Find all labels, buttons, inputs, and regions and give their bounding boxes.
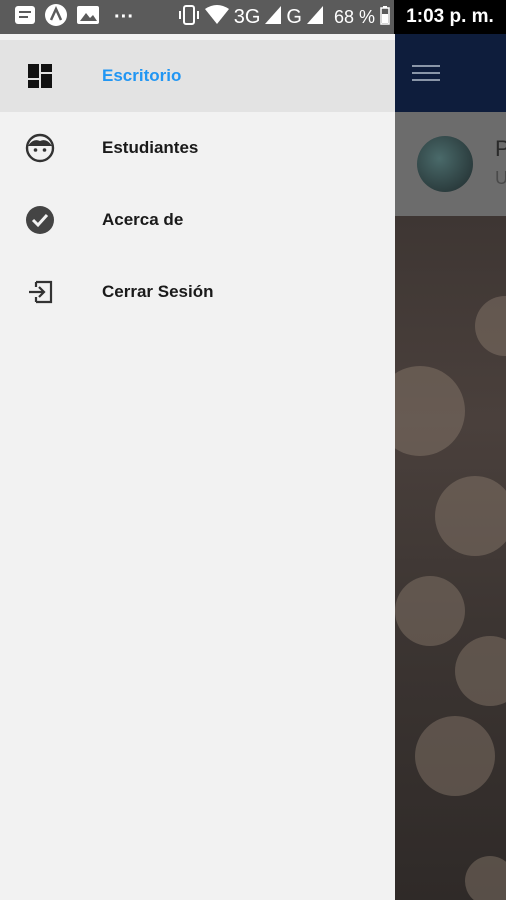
exit-icon bbox=[24, 276, 56, 308]
avatar[interactable] bbox=[417, 136, 473, 192]
image-notification-icon bbox=[76, 5, 100, 30]
drawer-item-label: Estudiantes bbox=[102, 138, 199, 157]
drawer-item-cerrar-sesion[interactable]: Cerrar Sesión bbox=[0, 256, 395, 328]
notification-message-icon bbox=[14, 5, 36, 30]
status-bar: ··· 3G G 68 % 1:03 p. m. bbox=[0, 0, 506, 34]
vibrate-icon bbox=[178, 4, 200, 31]
profile-header: P U bbox=[395, 112, 506, 216]
wifi-icon bbox=[204, 4, 229, 30]
battery-percent: 68 % bbox=[333, 6, 375, 27]
drawer-item-acerca-de[interactable]: Acerca de bbox=[0, 184, 395, 256]
signal-bars-icon bbox=[265, 5, 282, 29]
face-icon bbox=[24, 132, 56, 164]
navigation-drawer: Escritorio Estudiantes Acerca de Cerrar … bbox=[0, 34, 395, 900]
menu-icon[interactable] bbox=[412, 65, 440, 83]
dashboard-icon bbox=[24, 60, 56, 92]
signal-bars-icon bbox=[306, 5, 323, 29]
drawer-item-label: Acerca de bbox=[102, 210, 184, 229]
profile-subtitle: U bbox=[495, 168, 506, 188]
battery-icon bbox=[380, 5, 390, 30]
background-image bbox=[395, 216, 506, 900]
drawer-item-label: Escritorio bbox=[102, 66, 182, 85]
clock: 1:03 p. m. bbox=[394, 0, 506, 34]
drawer-item-label: Cerrar Sesión bbox=[102, 282, 214, 301]
signal-3g-label: 3G bbox=[233, 5, 261, 28]
profile-name: P bbox=[495, 136, 506, 161]
drawer-item-estudiantes[interactable]: Estudiantes bbox=[0, 112, 395, 184]
drawer-item-escritorio[interactable]: Escritorio bbox=[0, 40, 395, 112]
check-circle-icon bbox=[24, 204, 56, 236]
app-notification-icon bbox=[44, 3, 68, 32]
app-bar bbox=[395, 34, 506, 112]
background-app: P U bbox=[395, 34, 506, 900]
signal-g-label: G bbox=[286, 5, 302, 28]
more-notifications-dots: ··· bbox=[114, 5, 134, 28]
